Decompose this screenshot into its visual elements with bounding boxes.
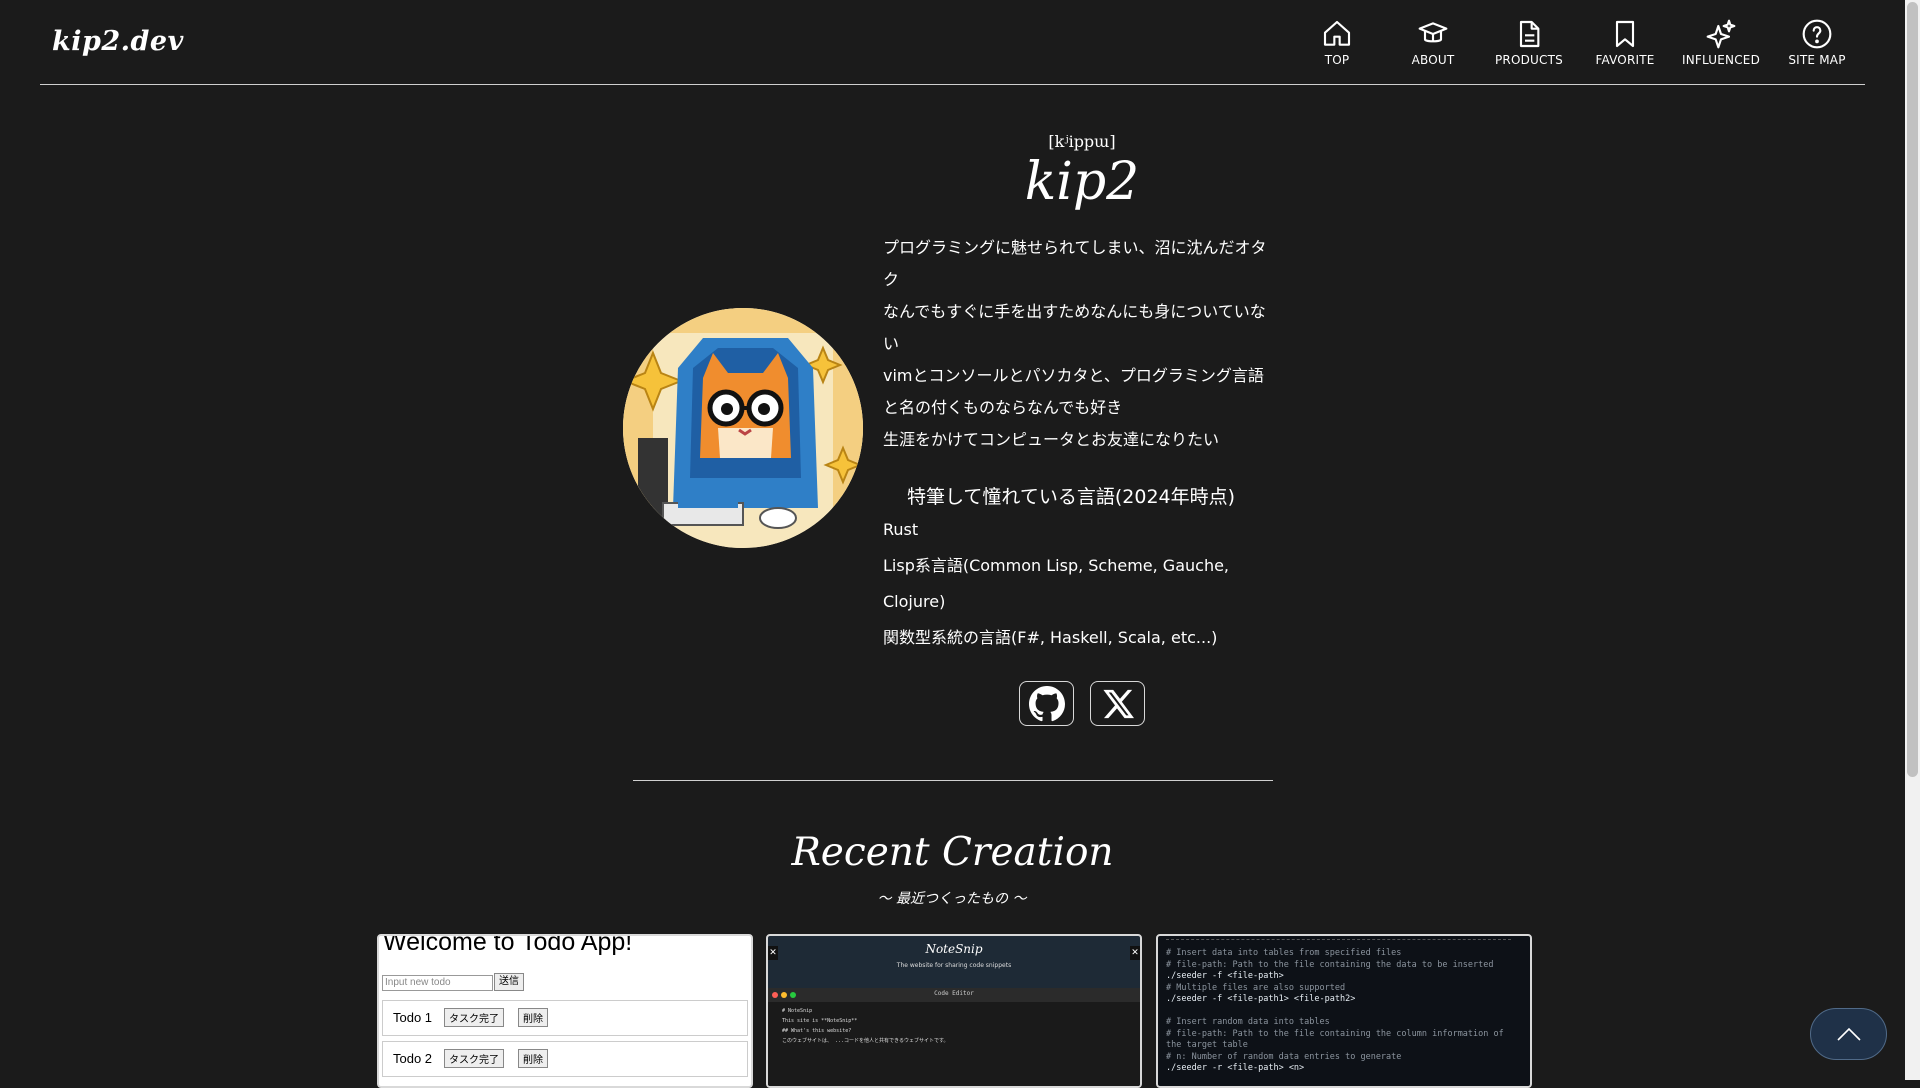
section-divider (633, 780, 1273, 781)
notesnip-brand: NoteSnip (925, 942, 983, 956)
nav-label: PRODUCTS (1495, 53, 1563, 67)
page-scrollbar[interactable] (1905, 0, 1920, 1080)
site-header: kip2.dev TOP ABOUT PRODUCTS FAVORITE INF… (40, 0, 1865, 85)
recent-creation-title: Recent Creation (791, 830, 1114, 875)
scroll-to-top-button[interactable] (1810, 1008, 1887, 1060)
editor-lines: # NoteSnip This site is **NoteSnip** ## … (768, 1002, 1140, 1050)
main-nav: TOP ABOUT PRODUCTS FAVORITE INFLUENCED S… (1289, 18, 1865, 67)
todo-row: Todo 1 タスク完了 削除 (382, 1000, 748, 1036)
chevron-up-icon (1836, 1027, 1861, 1041)
bio-line: vimとコンソールとパソカタと、プログラミング言語と名の付くものならなんでも好き (883, 366, 1264, 417)
nav-influenced[interactable]: INFLUENCED (1673, 18, 1769, 67)
editor-label: Code Editor (934, 990, 974, 997)
todo-label: Todo 2 (393, 1051, 433, 1066)
editor-line: ## What's this website? (782, 1028, 852, 1034)
code-line: # Insert data into tables from specified… (1166, 948, 1402, 958)
editor-line: このウェブサイトは、 ...コードを他人と共有できるウェブサイトです。 (782, 1038, 949, 1044)
language-item: 関数型系統の言語(F#, Haskell, Scala, etc...) (883, 628, 1218, 647)
code-line: ./seeder -f <file-path> (1166, 971, 1284, 981)
editor-line: # NoteSnip (782, 1008, 813, 1014)
nav-label: SITE MAP (1788, 53, 1846, 67)
nav-about[interactable]: ABOUT (1385, 18, 1481, 67)
nav-top[interactable]: TOP (1289, 18, 1385, 67)
github-icon (1028, 685, 1065, 721)
code-line: # file-path: Path to the file containing… (1166, 959, 1494, 970)
social-links (1019, 681, 1145, 726)
notesnip-editor-preview: Code Editor # NoteSnip This site is **No… (768, 988, 1140, 1086)
profile-name: kip2 (1024, 152, 1140, 212)
creation-card-todo[interactable]: Welcome to Todo App! Input new todo 送信 T… (377, 934, 753, 1088)
todo-app-title: Welcome to Todo App! (383, 934, 633, 956)
todo-delete-preview: 削除 (518, 1008, 548, 1027)
seeder-code-preview: # Insert data into tables from specified… (1166, 948, 1504, 1075)
todo-input-preview: Input new todo (382, 975, 493, 991)
nav-favorite[interactable]: FAVORITE (1577, 18, 1673, 67)
notesnip-tagline: The website for sharing code snippets (896, 962, 1012, 969)
todo-delete-preview: 削除 (518, 1049, 548, 1068)
code-line: # Multiple files are also supported (1166, 982, 1346, 993)
editor-titlebar: Code Editor (768, 988, 1140, 1002)
site-logo[interactable]: kip2.dev (52, 26, 184, 57)
help-circle-icon (1802, 19, 1832, 49)
document-icon (1519, 20, 1540, 48)
scrollbar-thumb[interactable] (1907, 2, 1918, 777)
code-line: # n: Number of random data entries to ge… (1166, 1051, 1402, 1062)
todo-send-preview: 送信 (494, 973, 524, 991)
nav-products[interactable]: PRODUCTS (1481, 18, 1577, 67)
todo-done-preview: タスク完了 (444, 1049, 504, 1068)
x-link[interactable] (1090, 681, 1145, 726)
creation-card-notesnip[interactable]: ✕ ✕ NoteSnip The website for sharing cod… (766, 934, 1142, 1088)
bio: プログラミングに魅せられてしまい、沼に沈んだオタク なんでもすぐに手を出すためな… (883, 232, 1278, 456)
nav-label: INFLUENCED (1681, 53, 1761, 67)
bookmark-icon (1615, 20, 1635, 48)
nav-label: FAVORITE (1595, 53, 1655, 67)
bio-line: プログラミングに魅せられてしまい、沼に沈んだオタク (883, 238, 1267, 289)
language-item: Rust (883, 520, 919, 539)
code-line: # file-path: Path to the file containing… (1166, 1028, 1504, 1039)
languages-list: Rust Lisp系言語(Common Lisp, Scheme, Gauche… (883, 512, 1278, 656)
x-icon (1102, 689, 1134, 718)
home-icon (1323, 20, 1351, 46)
todo-done-preview: タスク完了 (444, 1008, 504, 1027)
todo-row: Todo 2 タスク完了 削除 (382, 1041, 748, 1077)
code-line: the target table (1166, 1040, 1248, 1050)
editor-line: This site is **NoteSnip** (782, 1018, 858, 1024)
github-link[interactable] (1019, 681, 1074, 726)
nav-label: TOP (1324, 53, 1350, 67)
bio-line: 生涯をかけてコンピュータとお友達になりたい (883, 430, 1220, 449)
graduation-cap-icon (1418, 22, 1448, 43)
name-phonetic: [kʲippɯ] (1048, 132, 1116, 151)
nav-label: ABOUT (1411, 53, 1455, 67)
sparkles-icon (1706, 19, 1736, 49)
code-divider (1166, 939, 1511, 940)
creation-card-seeder[interactable]: # Insert data into tables from specified… (1156, 934, 1532, 1088)
todo-label: Todo 1 (393, 1010, 433, 1025)
code-line: ./seeder -f <file-path1> <file-path2> (1166, 994, 1356, 1004)
recent-creation-subtitle: 〜 最近つくったもの 〜 (877, 891, 1027, 907)
language-item: Lisp系言語(Common Lisp, Scheme, Gauche, Clo… (883, 556, 1230, 611)
code-line: # Insert random data into tables (1166, 1017, 1330, 1027)
pixel-art-cat-with-glasses-icon (623, 308, 863, 548)
languages-heading: 特筆して憧れている言語(2024年時点) (907, 486, 1236, 508)
code-line: ./seeder -r <file-path> <n> (1166, 1063, 1305, 1073)
bio-line: なんでもすぐに手を出すためなんにも身についていない (883, 302, 1266, 353)
page: kip2.dev TOP ABOUT PRODUCTS FAVORITE INF… (0, 0, 1905, 1088)
nav-site-map[interactable]: SITE MAP (1769, 18, 1865, 67)
avatar (623, 308, 863, 548)
